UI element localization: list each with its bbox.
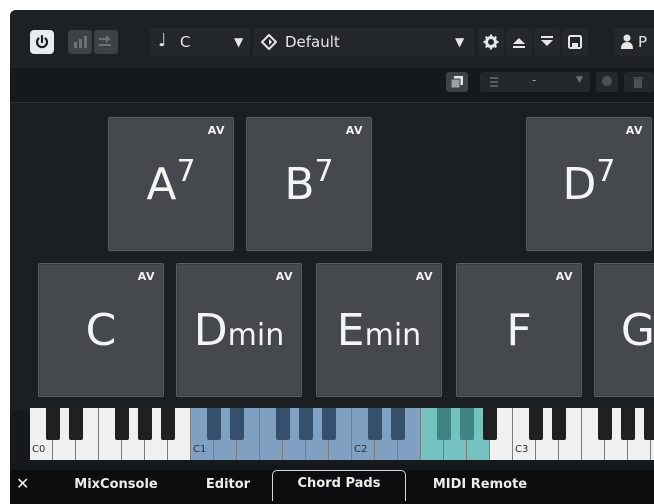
black-key[interactable]	[598, 408, 612, 440]
pad-chord-label: F	[506, 305, 532, 356]
preset-select[interactable]: Default ▼	[253, 28, 475, 56]
chord-pad-g[interactable]: AV G	[594, 263, 654, 397]
lower-zone-tabbar: ✕ MixConsole Editor Chord Pads MIDI Remo…	[10, 470, 654, 504]
piano-keyboard[interactable]: C0 C1 C2 C3	[30, 408, 654, 460]
voicing-value: -	[532, 73, 537, 87]
black-key[interactable]	[207, 408, 221, 440]
pad-chord-label: G	[620, 305, 654, 356]
caret-down-icon: ▼	[455, 35, 465, 49]
caret-down-icon: ▼	[576, 75, 583, 85]
list-icon	[490, 77, 498, 87]
pad-badge: AV	[415, 270, 433, 283]
black-key[interactable]	[391, 408, 405, 440]
key-value: C	[180, 33, 191, 51]
octave-label: C0	[32, 444, 46, 455]
black-key[interactable]	[276, 408, 290, 440]
close-icon[interactable]: ✕	[16, 474, 29, 493]
black-key[interactable]	[115, 408, 129, 440]
tab-mixconsole[interactable]: MixConsole	[56, 474, 176, 502]
record-icon	[602, 76, 612, 86]
pad-chord-label: Dmin	[193, 305, 285, 356]
arrow-down-icon	[541, 36, 553, 46]
preset-down-button[interactable]	[534, 28, 560, 56]
chord-pad-dmin[interactable]: AV Dmin	[176, 263, 302, 397]
copy-icon	[450, 76, 463, 89]
black-key[interactable]	[552, 408, 566, 440]
black-key[interactable]	[644, 408, 654, 440]
caret-down-icon: ▼	[234, 35, 244, 49]
power-button[interactable]	[30, 30, 54, 54]
pad-chord-label: D7	[562, 154, 616, 210]
record-button[interactable]	[596, 72, 618, 92]
chord-pad-f[interactable]: AV F	[456, 263, 582, 397]
gear-icon	[483, 34, 499, 50]
chord-pad-a7[interactable]: AV A7	[108, 117, 234, 251]
chord-pad-c[interactable]: AV C	[38, 263, 164, 397]
player-select[interactable]: P	[614, 28, 654, 56]
user-icon	[621, 34, 633, 49]
pad-badge: AV	[137, 270, 155, 283]
chord-assistant-button[interactable]	[68, 30, 92, 54]
black-key[interactable]	[368, 408, 382, 440]
chord-pad-emin[interactable]: AV Emin	[316, 263, 442, 397]
settings-button[interactable]	[478, 28, 504, 56]
black-key[interactable]	[460, 408, 474, 440]
pad-badge: AV	[345, 124, 363, 137]
pad-badge: AV	[275, 270, 293, 283]
follow-button[interactable]	[94, 30, 118, 54]
octave-label: C3	[515, 444, 529, 455]
music-note-icon: ♩	[158, 30, 167, 51]
preset-value: Default	[285, 33, 340, 51]
save-preset-button[interactable]	[562, 28, 588, 56]
delete-button[interactable]	[624, 72, 654, 92]
tab-editor[interactable]: Editor	[186, 474, 270, 502]
voicing-select[interactable]: - ▼	[480, 72, 590, 92]
diamond-icon	[261, 34, 277, 50]
pad-area: AV A7 AV B7 AV D7 AV C AV Dmin AV Emin A…	[10, 103, 654, 411]
black-key[interactable]	[69, 408, 83, 440]
pad-badge: AV	[207, 124, 225, 137]
pad-chord-label: A7	[146, 154, 196, 210]
player-label: P	[638, 33, 648, 51]
black-key[interactable]	[46, 408, 60, 440]
black-key[interactable]	[161, 408, 175, 440]
bars-icon	[74, 36, 87, 48]
black-key[interactable]	[299, 408, 313, 440]
pad-chord-label: B7	[284, 154, 334, 210]
key-select[interactable]: ♩ C ▼	[150, 28, 250, 56]
power-icon	[35, 34, 49, 49]
top-toolbar: ♩ C ▼ Default ▼ P	[10, 10, 654, 68]
tab-chord-pads[interactable]: Chord Pads	[272, 470, 406, 501]
tab-midi-remote[interactable]: MIDI Remote	[410, 474, 550, 502]
black-key[interactable]	[529, 408, 543, 440]
octave-label: C1	[193, 444, 207, 455]
arrow-right-icon	[99, 35, 111, 46]
black-key[interactable]	[621, 408, 635, 440]
chord-pad-b7[interactable]: AV B7	[246, 117, 372, 251]
black-key[interactable]	[322, 408, 336, 440]
pad-badge: AV	[555, 270, 573, 283]
preset-up-button[interactable]	[506, 28, 532, 56]
pad-chord-label: Emin	[336, 305, 422, 356]
black-key[interactable]	[437, 408, 451, 440]
black-key[interactable]	[483, 408, 497, 440]
black-key[interactable]	[230, 408, 244, 440]
black-key[interactable]	[138, 408, 152, 440]
chord-pads-window: ♩ C ▼ Default ▼ P - ▼ AV A7 AV B7 AV D7 …	[10, 10, 654, 504]
pad-chord-label: C	[85, 305, 117, 356]
octave-label: C2	[354, 444, 368, 455]
pad-layout-button[interactable]	[446, 72, 468, 92]
trash-icon	[633, 77, 643, 88]
save-icon	[568, 35, 582, 49]
pad-badge: AV	[625, 124, 643, 137]
arrow-up-icon	[513, 38, 525, 48]
chord-pad-d7[interactable]: AV D7	[526, 117, 652, 251]
